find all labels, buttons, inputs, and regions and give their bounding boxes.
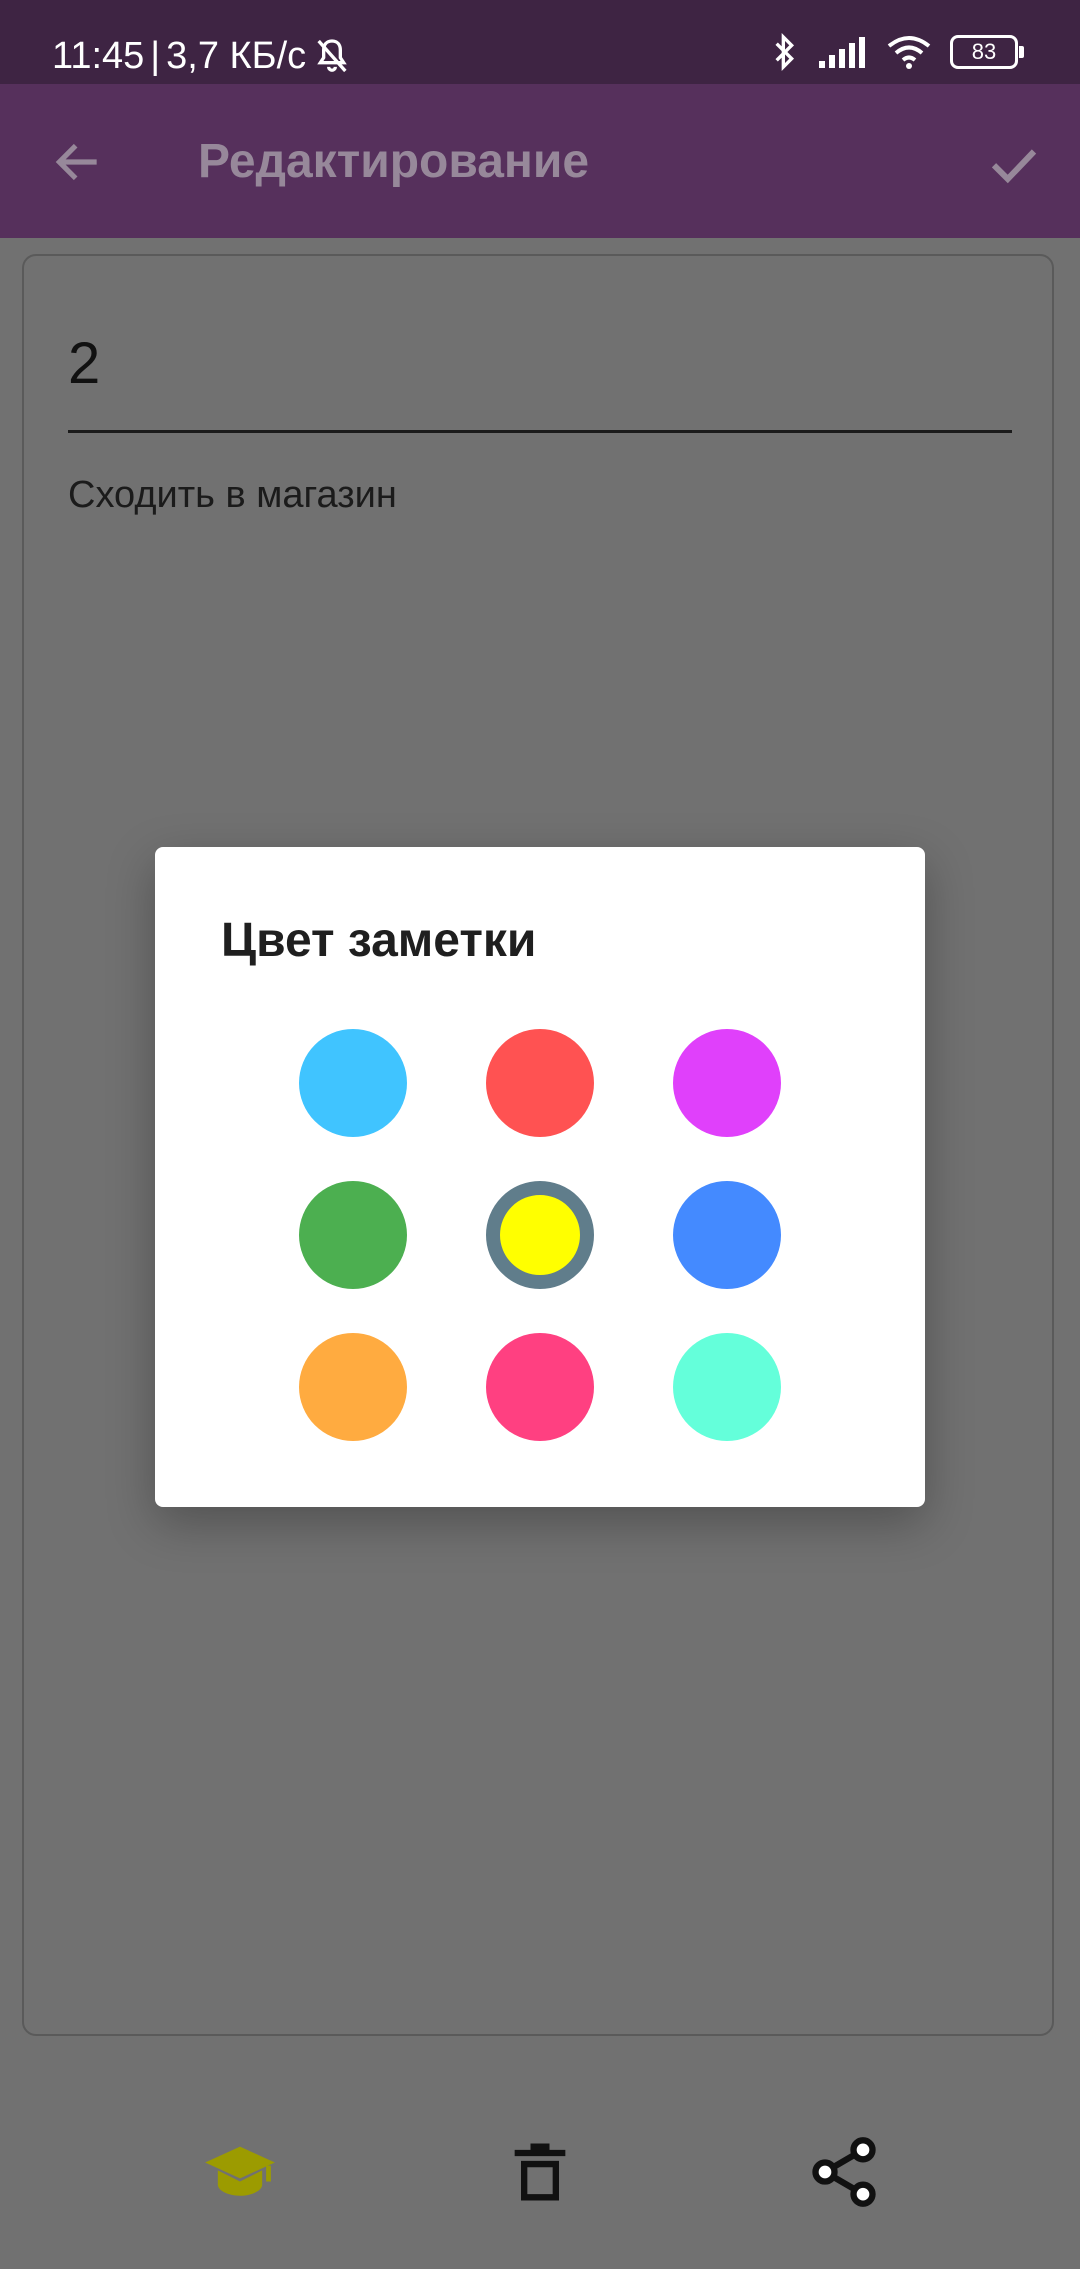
share-icon[interactable] [806,2134,882,2210]
color-swatch-light-blue[interactable] [299,1029,407,1137]
status-right: 83 [770,32,1024,72]
note-color-dialog: Цвет заметки [155,847,925,1507]
trash-icon[interactable] [502,2134,578,2210]
graduation-cap-icon[interactable] [202,2134,278,2210]
color-swatch-teal[interactable] [673,1333,781,1441]
color-swatch-yellow[interactable] [486,1181,594,1289]
status-time: 11:45 [52,35,145,77]
status-bar: 11:45 | 3,7 КБ/с 83 [0,0,1080,84]
dialog-title: Цвет заметки [221,914,537,967]
status-left: 11:45 | 3,7 КБ/с [52,30,352,82]
status-separator: | [150,35,161,77]
color-swatch-green[interactable] [299,1181,407,1289]
color-swatch-blue[interactable] [673,1181,781,1289]
bottom-toolbar [0,2110,1080,2230]
color-swatch-orange[interactable] [299,1333,407,1441]
color-swatch-red[interactable] [486,1029,594,1137]
mute-bell-icon [317,39,347,73]
color-swatch-magenta[interactable] [673,1029,781,1137]
battery-level: 83 [971,39,997,64]
title-underline [68,430,1012,433]
bluetooth-icon [775,32,795,72]
app-bar: Редактирование [0,84,1080,238]
cellular-signal-icon [819,37,865,68]
color-swatch-pink[interactable] [486,1333,594,1441]
check-icon[interactable] [984,134,1044,194]
battery-icon: 83 [950,35,1024,69]
wifi-icon [887,36,931,69]
note-body-field[interactable]: Сходить в магазин [68,474,397,517]
arrow-back-icon[interactable] [50,134,106,190]
network-speed: 3,7 КБ/с [166,35,307,77]
note-title-field[interactable]: 2 [68,330,100,397]
page-title: Редактирование [198,135,590,188]
